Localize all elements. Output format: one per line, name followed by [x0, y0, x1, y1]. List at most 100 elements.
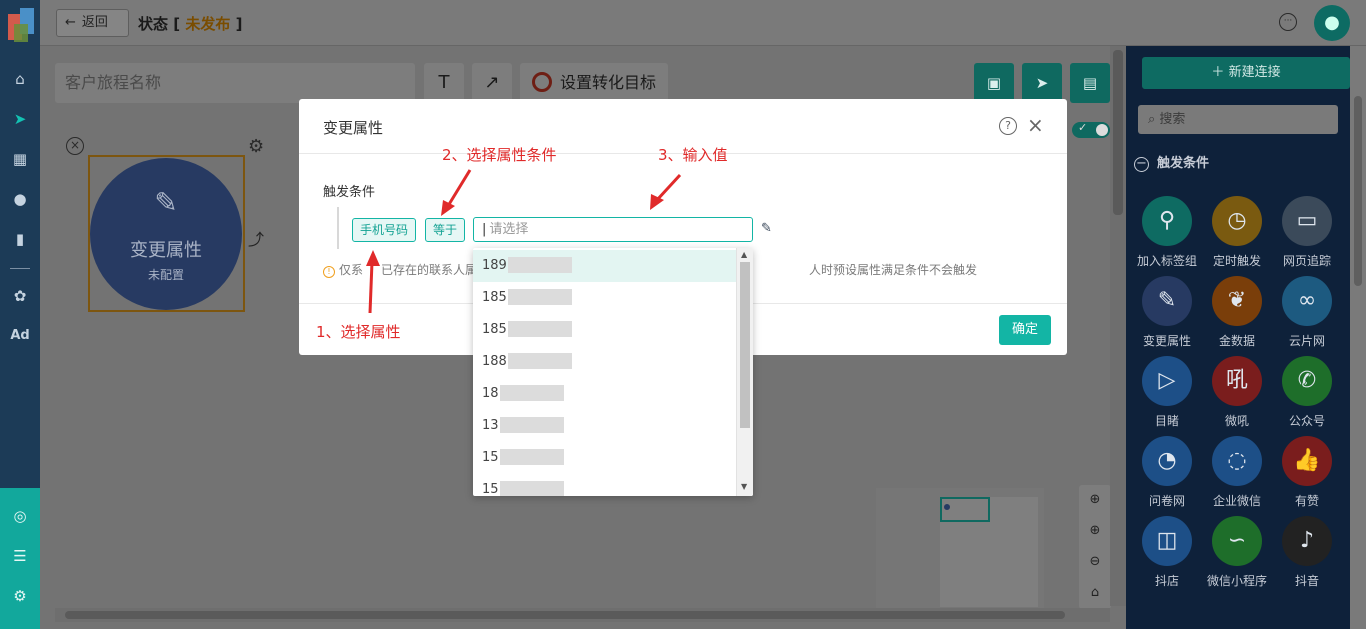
- search-input[interactable]: ⌕ 搜索: [1138, 105, 1338, 134]
- trigger-item-label: 问卷网: [1148, 494, 1185, 508]
- section-title: 触发条件: [1157, 156, 1210, 171]
- server-icon[interactable]: ☰: [10, 546, 30, 566]
- search-placeholder: 搜索: [1159, 112, 1186, 127]
- bar-chart-icon[interactable]: ▮: [10, 229, 30, 249]
- pencil-icon[interactable]: ✎: [761, 221, 772, 236]
- dropdown-option[interactable]: 189: [473, 250, 736, 282]
- option-text: 188: [482, 354, 507, 369]
- dropdown-option[interactable]: 185: [473, 314, 736, 346]
- trigger-item-label: 有赞: [1294, 494, 1319, 508]
- trigger-item[interactable]: ⚲ 加入标签组: [1132, 196, 1202, 269]
- dropdown-option[interactable]: 185: [473, 282, 736, 314]
- redacted-digits: [507, 256, 572, 273]
- journey-name-input[interactable]: 客户旅程名称: [55, 63, 415, 103]
- fit-icon[interactable]: ⌂: [1087, 585, 1103, 601]
- dropdown-option[interactable]: 13: [473, 410, 736, 442]
- close-icon[interactable]: ×: [1027, 113, 1044, 137]
- help-icon[interactable]: ?: [999, 117, 1017, 135]
- locate-icon[interactable]: ⊕: [1087, 492, 1103, 508]
- publish-icon[interactable]: ➤: [1022, 63, 1062, 103]
- app-logo: [8, 8, 36, 42]
- new-connection-label: 新建连接: [1228, 65, 1281, 80]
- dialog-title: 变更属性: [323, 119, 384, 137]
- trigger-item[interactable]: 👍 有赞: [1272, 436, 1342, 509]
- send-icon[interactable]: ➤: [10, 109, 30, 129]
- target-icon: [532, 71, 552, 92]
- ad-icon[interactable]: Ad: [0, 328, 40, 343]
- horizontal-scrollbar[interactable]: [55, 608, 1110, 622]
- dropdown-option[interactable]: 15: [473, 442, 736, 474]
- new-connection-button[interactable]: ＋ 新建连接: [1142, 57, 1350, 89]
- trigger-item[interactable]: ◌ 企业微信: [1202, 436, 1272, 509]
- wechat-icon: ✆: [1282, 356, 1332, 406]
- set-goal-button[interactable]: 设置转化目标: [520, 63, 668, 103]
- confirm-button[interactable]: 确定: [999, 315, 1051, 345]
- trigger-item[interactable]: ◔ 问卷网: [1132, 436, 1202, 509]
- zoom-out-icon[interactable]: ⊖: [1087, 554, 1103, 570]
- trigger-item-label: 抖音: [1294, 574, 1319, 588]
- trigger-item[interactable]: ✆ 公众号: [1272, 356, 1342, 429]
- attribute-tag[interactable]: 手机号码: [352, 218, 417, 242]
- trigger-item-label: 变更属性: [1142, 334, 1191, 348]
- wechat-icon[interactable]: ✿: [10, 286, 30, 306]
- vertical-scrollbar[interactable]: [1110, 46, 1126, 606]
- dropdown-option[interactable]: 15: [473, 474, 736, 496]
- trigger-item[interactable]: ♪ 抖音: [1272, 516, 1342, 589]
- arrow-tool-button[interactable]: ↗: [472, 63, 512, 103]
- right-panel-scrollbar[interactable]: [1350, 46, 1366, 629]
- dropdown-scrollbar[interactable]: ▲ ▼: [736, 248, 753, 496]
- trigger-item[interactable]: 吼微吼: [1202, 356, 1272, 429]
- trigger-item[interactable]: ∞ 云片网: [1272, 276, 1342, 349]
- annotation-step2: 2、选择属性条件: [442, 146, 557, 164]
- value-select-input[interactable]: | 请选择: [473, 217, 753, 242]
- zoom-in-icon[interactable]: ⊕: [1087, 523, 1103, 539]
- connector-icon[interactable]: ⤴: [248, 226, 264, 250]
- edit-icon: ✎: [1142, 276, 1192, 326]
- douyin-icon: ♪: [1282, 516, 1332, 566]
- scroll-up-icon[interactable]: ▲: [741, 250, 747, 259]
- save-icon[interactable]: ▣: [974, 63, 1014, 103]
- text-tool-button[interactable]: T: [424, 63, 464, 103]
- goal-label: 设置转化目标: [560, 73, 657, 92]
- avatar[interactable]: ●: [1314, 5, 1350, 41]
- operator-tag[interactable]: 等于: [425, 218, 466, 242]
- value-dropdown[interactable]: 189 185 185 188 18 13 15 15 ▲ ▼: [473, 248, 753, 496]
- info-icon: !: [323, 266, 335, 278]
- value-placeholder: 请选择: [489, 222, 529, 237]
- jinshuju-icon: ❦: [1212, 276, 1262, 326]
- trigger-item-label: 金数据: [1218, 334, 1255, 348]
- layout-icon[interactable]: ▦: [10, 149, 30, 169]
- dropdown-option[interactable]: 188: [473, 346, 736, 378]
- user-icon[interactable]: ●: [10, 189, 30, 209]
- dropdown-option[interactable]: 18: [473, 378, 736, 410]
- hint-mid: 已存在的联系人属: [381, 263, 478, 277]
- gear-icon[interactable]: ⚙: [10, 586, 30, 606]
- trigger-section-header[interactable]: − 触发条件: [1134, 152, 1209, 172]
- trigger-item[interactable]: ◷ 定时触发: [1202, 196, 1272, 269]
- back-button[interactable]: ← 返回: [56, 9, 129, 37]
- trigger-item-label: 企业微信: [1212, 494, 1261, 508]
- close-icon[interactable]: ×: [66, 137, 84, 155]
- wecom-icon: ◌: [1212, 436, 1262, 486]
- trigger-item[interactable]: ◫ 抖店: [1132, 516, 1202, 589]
- trigger-item[interactable]: ✎ 变更属性: [1132, 276, 1202, 349]
- trigger-item[interactable]: ▭ 网页追踪: [1272, 196, 1342, 269]
- option-text: 15: [482, 450, 499, 465]
- redacted-digits: [499, 448, 564, 465]
- weihou-icon: 吼: [1212, 356, 1262, 406]
- chat-icon[interactable]: ···: [1279, 13, 1297, 31]
- redacted-digits: [499, 480, 564, 496]
- edit-icon: ✎: [154, 186, 178, 219]
- trigger-item[interactable]: ❦ 金数据: [1202, 276, 1272, 349]
- trigger-item[interactable]: ∽ 微信小程序: [1202, 516, 1272, 589]
- gear-icon[interactable]: ⚙: [248, 136, 264, 157]
- miniprogram-icon: ∽: [1212, 516, 1262, 566]
- status-toggle[interactable]: ✓: [1072, 121, 1110, 138]
- trigger-item-label: 微吼: [1224, 414, 1249, 428]
- change-attribute-node[interactable]: ✎ 变更属性 未配置: [90, 158, 242, 310]
- template-icon[interactable]: ▤: [1070, 63, 1110, 103]
- network-icon[interactable]: ◎: [10, 506, 30, 526]
- scroll-down-icon[interactable]: ▼: [741, 482, 747, 491]
- trigger-item[interactable]: ▷ 目睹: [1132, 356, 1202, 429]
- home-icon[interactable]: ⌂: [10, 69, 30, 89]
